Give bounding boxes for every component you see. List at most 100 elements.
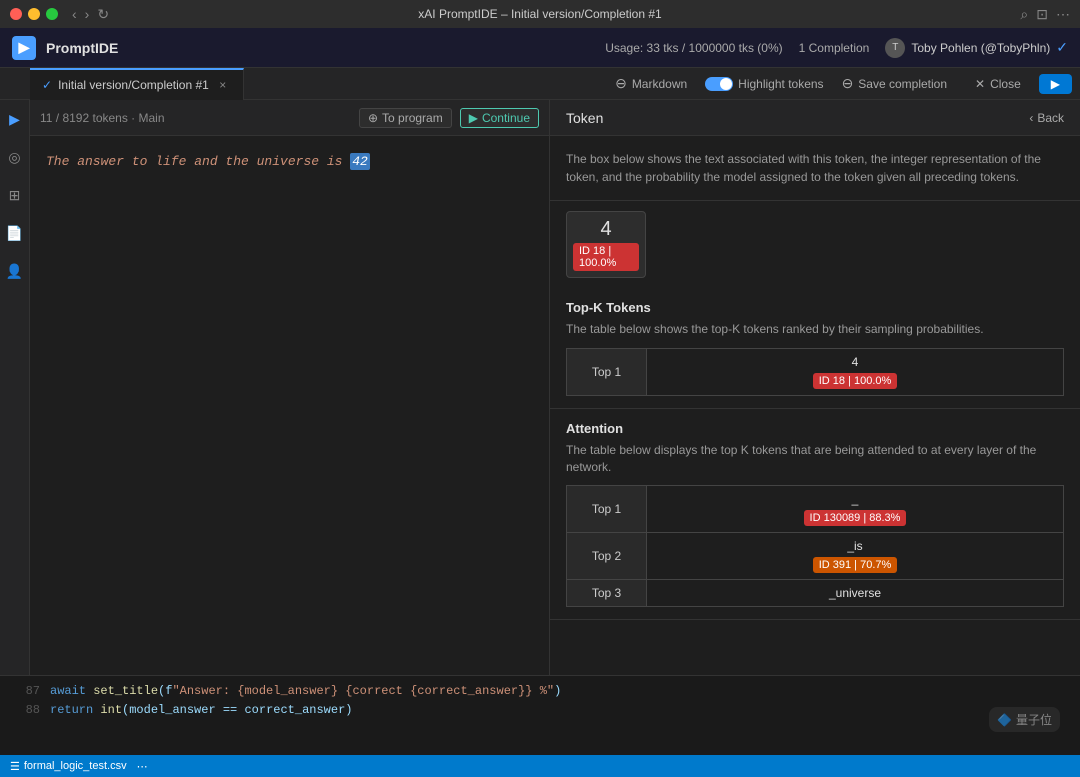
avatar: T — [885, 38, 905, 58]
app-name: PromptIDE — [46, 40, 118, 56]
code-content-2: return int(model_answer == correct_answe… — [50, 701, 353, 720]
line-num-1: 87 — [10, 682, 40, 701]
attn-cell-3: _universe — [657, 586, 1053, 600]
verified-icon: ✓ — [1056, 39, 1068, 56]
dots-icon[interactable]: ⋯ — [137, 760, 148, 773]
attn-badge-2: ID 391 | 70.7% — [813, 557, 898, 573]
token-value: 4 — [600, 218, 611, 241]
plus-icon: ⊕ — [368, 111, 378, 125]
table-row: Top 1 _ ID 130089 | 88.3% — [567, 486, 1064, 533]
code-line-2: 88 return int(model_answer == correct_an… — [10, 701, 1070, 720]
attn-label-3: Top 3 — [592, 586, 621, 600]
tab-check-icon: ✓ — [42, 78, 52, 92]
sidebar-icon-layers[interactable]: ⊞ — [4, 184, 26, 206]
sidebar-icon-circle[interactable]: ◎ — [4, 146, 26, 168]
table-row: Top 2 _is ID 391 | 70.7% — [567, 533, 1064, 580]
bottom-area: 87 await set_title(f"Answer: {model_answ… — [0, 675, 1080, 777]
eq-eq: == — [216, 703, 245, 717]
app-header-left: ▶ PromptIDE — [12, 36, 118, 60]
await-keyword: await — [50, 684, 93, 698]
token-highlighted[interactable]: 42 — [350, 153, 370, 170]
more-icon[interactable]: ⋯ — [1056, 6, 1070, 23]
forward-nav-icon[interactable]: › — [85, 6, 90, 22]
attention-title: Attention — [566, 421, 1064, 436]
attention-desc: The table below displays the top K token… — [566, 442, 1064, 476]
file-info-bar: ☰ formal_logic_test.csv ⋯ — [0, 755, 1080, 777]
format-string-1: "Answer: {model_answer} {correct {correc… — [172, 684, 554, 698]
int-func: int — [100, 703, 122, 717]
toggle-switch[interactable] — [705, 77, 733, 91]
attn-row-value-1: _ ID 130089 | 88.3% — [647, 486, 1064, 533]
correct-answer-var: correct_answer — [244, 703, 345, 717]
table-row: Top 3 _universe — [567, 580, 1064, 607]
back-button[interactable]: ‹ Back — [1029, 111, 1064, 125]
right-panel-header: Token ‹ Back — [550, 100, 1080, 136]
completions-badge: 1 Completion — [799, 41, 870, 55]
close-x-icon: ✕ — [975, 77, 985, 91]
editor-text: The answer to life and the universe is — [46, 154, 350, 169]
minimize-dot[interactable] — [28, 8, 40, 20]
topk-badge-1: ID 18 | 100.0% — [813, 373, 898, 389]
watermark-text: 量子位 — [1016, 711, 1052, 728]
nav-buttons[interactable]: ‹ › ↻ — [72, 6, 109, 23]
attn-label-1: Top 1 — [592, 502, 621, 516]
user-name: Toby Pohlen (@TobyPhln) — [911, 41, 1050, 55]
markdown-label: Markdown — [632, 77, 687, 91]
topk-cell-1: 4 ID 18 | 100.0% — [657, 355, 1053, 389]
close-button[interactable]: ✕ Close — [965, 74, 1031, 94]
window-expand-icon[interactable]: ⊡ — [1036, 6, 1048, 23]
file-icon: ☰ — [10, 760, 20, 773]
window-controls[interactable]: ‹ › ↻ — [10, 6, 109, 23]
topk-row-value-1: 4 ID 18 | 100.0% — [647, 348, 1064, 395]
to-program-label: To program — [382, 111, 443, 125]
back-label: Back — [1037, 111, 1064, 125]
code-line-1: 87 await set_title(f"Answer: {model_answ… — [10, 682, 1070, 701]
save-completion-button[interactable]: ⊖ Save completion — [832, 72, 957, 95]
search-icon[interactable]: ⌕ — [1020, 6, 1028, 23]
topk-desc: The table below shows the top-K tokens r… — [566, 321, 1064, 338]
token-id-badge: ID 18 | 100.0% — [573, 243, 639, 271]
maximize-dot[interactable] — [46, 8, 58, 20]
topk-title: Top-K Tokens — [566, 300, 1064, 315]
attn-badge-1: ID 130089 | 88.3% — [804, 510, 907, 526]
sidebar-icon-file[interactable]: 📄 — [4, 222, 26, 244]
app-logo: ▶ — [12, 36, 36, 60]
continue-label: Continue — [482, 111, 530, 125]
usage-text: Usage: 33 tks / 1000000 tks (0%) — [605, 41, 782, 55]
attn-value-3: _universe — [829, 586, 881, 600]
tab-close-icon[interactable]: × — [215, 77, 231, 93]
right-panel-title: Token — [566, 110, 603, 126]
file-info-item: ☰ formal_logic_test.csv — [10, 760, 127, 773]
table-row: Top 1 4 ID 18 | 100.0% — [567, 348, 1064, 395]
highlight-label: Highlight tokens — [738, 77, 823, 91]
sidebar-icon-play[interactable]: ▶ — [4, 108, 26, 130]
run-button[interactable]: ▶ — [1039, 74, 1072, 94]
set-title-func: set_title — [93, 684, 158, 698]
markdown-button[interactable]: ⊖ Markdown — [605, 72, 697, 95]
tab-initial-version[interactable]: ✓ Initial version/Completion #1 × — [30, 68, 244, 100]
main-layout: ▶ ◎ ⊞ 📄 👤 11 / 8192 tokens · Main ⊕ To p… — [0, 100, 1080, 675]
user-info: T Toby Pohlen (@TobyPhln) ✓ — [885, 38, 1068, 58]
token-description: The box below shows the text associated … — [566, 150, 1064, 186]
close-paren: ) — [345, 703, 352, 717]
back-nav-icon[interactable]: ‹ — [72, 6, 77, 22]
token-info-text: 11 / 8192 tokens · Main — [40, 111, 165, 125]
play-icon: ▶ — [469, 111, 478, 125]
token-description-section: The box below shows the text associated … — [550, 136, 1080, 201]
minus-icon-save: ⊖ — [842, 75, 854, 92]
refresh-icon[interactable]: ↻ — [97, 6, 109, 23]
left-toolbar: 11 / 8192 tokens · Main ⊕ To program ▶ C… — [30, 100, 549, 136]
file-name: formal_logic_test.csv — [24, 760, 127, 772]
close-dot[interactable] — [10, 8, 22, 20]
highlight-toggle[interactable]: Highlight tokens — [705, 77, 823, 91]
sidebar: ▶ ◎ ⊞ 📄 👤 — [0, 100, 30, 675]
attn-cell-2: _is ID 391 | 70.7% — [657, 539, 1053, 573]
attn-label-2: Top 2 — [592, 549, 621, 563]
editor-area[interactable]: The answer to life and the universe is 4… — [30, 136, 549, 675]
left-panel: 11 / 8192 tokens · Main ⊕ To program ▶ C… — [30, 100, 550, 675]
sidebar-icon-person[interactable]: 👤 — [4, 260, 26, 282]
to-program-button[interactable]: ⊕ To program — [359, 108, 452, 128]
continue-button[interactable]: ▶ Continue — [460, 108, 539, 128]
toggle-knob — [720, 78, 732, 90]
attention-section: Attention The table below displays the t… — [550, 409, 1080, 621]
